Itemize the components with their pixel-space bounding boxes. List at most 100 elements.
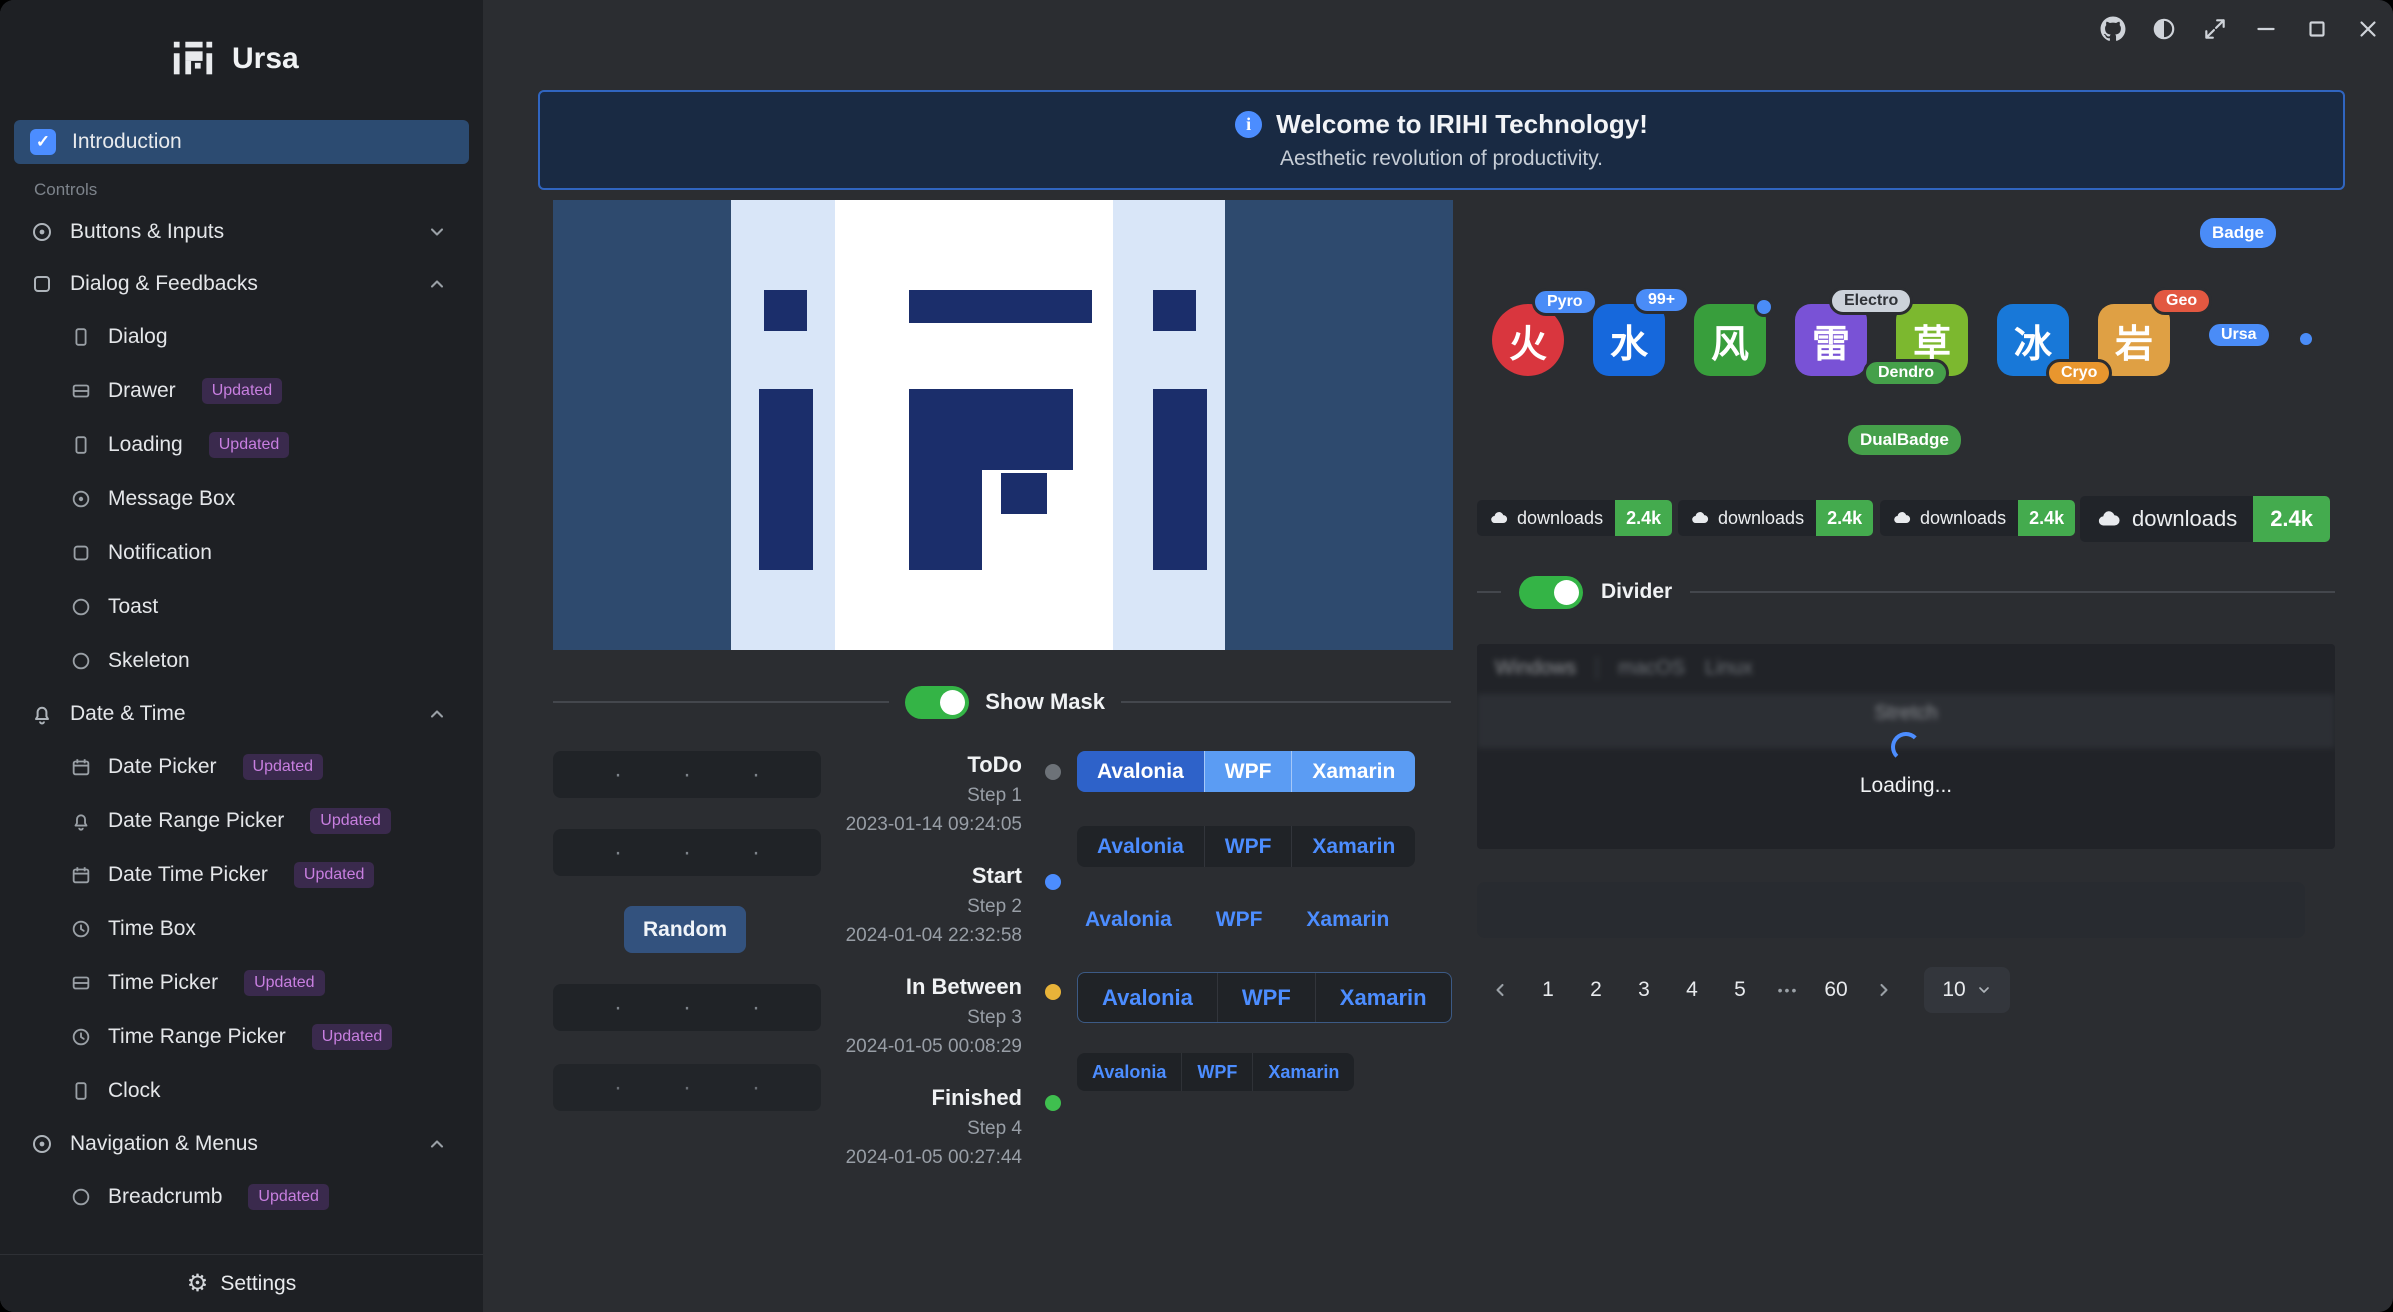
divider-toggle[interactable]	[1519, 576, 1583, 609]
sidebar-group-date-time[interactable]: Date & Time	[0, 690, 483, 738]
page-button-1[interactable]: 1	[1526, 967, 1570, 1013]
sidebar-item-date-time-picker[interactable]: Date Time Picker Updated	[0, 850, 483, 900]
notification-icon	[70, 542, 92, 564]
sidebar-item-breadcrumb[interactable]: Breadcrumb Updated	[0, 1172, 483, 1222]
banner-subtitle: Aesthetic revolution of productivity.	[1280, 147, 1603, 171]
chevron-up-icon	[427, 1134, 447, 1154]
xamarin-button[interactable]: Xamarin	[1291, 751, 1415, 792]
divider-label: Divider	[1601, 580, 1672, 604]
sidebar-item-introduction[interactable]: ✓ Introduction	[14, 120, 469, 164]
page-button-60[interactable]: 60	[1814, 967, 1858, 1013]
downloads-badge: downloads 2.4k	[1678, 500, 1873, 536]
electro-badge: Electro	[1829, 287, 1913, 315]
sidebar-item-date-range-picker[interactable]: Date Range Picker Updated	[0, 796, 483, 846]
github-button[interactable]	[2098, 14, 2128, 44]
xamarin-button[interactable]: Xamarin	[1252, 1053, 1354, 1091]
wpf-button[interactable]: WPF	[1208, 899, 1271, 940]
wpf-button[interactable]: WPF	[1204, 751, 1292, 792]
minimize-button[interactable]	[2251, 14, 2281, 44]
sidebar-item-loading[interactable]: Loading Updated	[0, 420, 483, 470]
sidebar-item-skeleton[interactable]: Skeleton	[0, 636, 483, 686]
close-button[interactable]	[2353, 14, 2383, 44]
updated-badge: Updated	[202, 378, 283, 404]
banner-title: Welcome to IRIHI Technology!	[1276, 109, 1648, 140]
button-group-compact: Avalonia WPF Xamarin	[1077, 1053, 1354, 1091]
count-badge: 99+	[1633, 286, 1690, 314]
titlebar	[2098, 14, 2383, 44]
introduction-icon: ✓	[30, 129, 56, 155]
sidebar-item-dialog[interactable]: Dialog	[0, 312, 483, 362]
downloads-count: 2.4k	[1816, 500, 1873, 536]
close-icon	[2355, 16, 2381, 42]
xamarin-button[interactable]: Xamarin	[1298, 899, 1397, 940]
chevron-right-icon	[1874, 980, 1894, 1000]
ursa-logo-icon	[170, 36, 216, 82]
maximize-button[interactable]	[2302, 14, 2332, 44]
sidebar-item-time-picker[interactable]: Time Picker Updated	[0, 958, 483, 1008]
sidebar-group-dialog-feedbacks[interactable]: Dialog & Feedbacks	[0, 260, 483, 308]
show-mask-toggle[interactable]	[905, 686, 969, 719]
time-picker-icon	[70, 972, 92, 994]
button-group-dark: Avalonia WPF Xamarin	[1077, 826, 1415, 867]
page-button-2[interactable]: 2	[1574, 967, 1618, 1013]
pagination-ellipsis[interactable]: •••	[1766, 982, 1810, 998]
sidebar-item-time-box[interactable]: Time Box	[0, 904, 483, 954]
chevron-left-icon	[1490, 980, 1510, 1000]
time-range-picker-icon	[70, 1026, 92, 1048]
wpf-button[interactable]: WPF	[1204, 826, 1292, 867]
sidebar-item-notification[interactable]: Notification	[0, 528, 483, 578]
divider-line	[1690, 591, 2335, 593]
chevron-down-icon	[1976, 982, 1992, 998]
date-time-icon	[30, 702, 54, 726]
divider-line	[553, 701, 889, 703]
sidebar-group-navigation-menus[interactable]: Navigation & Menus	[0, 1120, 483, 1168]
app-title: Ursa	[232, 42, 299, 76]
fullscreen-button[interactable]	[2200, 14, 2230, 44]
wpf-button[interactable]: WPF	[1181, 1053, 1252, 1091]
sidebar-group-buttons-inputs[interactable]: Buttons & Inputs	[0, 208, 483, 256]
theme-toggle-button[interactable]	[2149, 14, 2179, 44]
info-icon: i	[1235, 111, 1262, 138]
page-button-4[interactable]: 4	[1670, 967, 1714, 1013]
dendro-badge: Dendro	[1863, 359, 1949, 387]
sidebar-item-message-box[interactable]: Message Box	[0, 474, 483, 524]
sidebar-item-date-picker[interactable]: Date Picker Updated	[0, 742, 483, 792]
timeline-dot-todo	[1045, 764, 1061, 780]
avalonia-button[interactable]: Avalonia	[1077, 826, 1204, 867]
app-window: Ursa ✓ Introduction Controls Buttons & I…	[0, 0, 2393, 1312]
avalonia-button[interactable]: Avalonia	[1077, 751, 1204, 792]
page-size-value: 10	[1942, 978, 1965, 1002]
page-button-5[interactable]: 5	[1718, 967, 1762, 1013]
date-picker-icon	[70, 756, 92, 778]
toast-icon	[70, 596, 92, 618]
next-page-button[interactable]	[1862, 967, 1906, 1013]
avalonia-button[interactable]: Avalonia	[1077, 899, 1180, 940]
xamarin-button[interactable]: Xamarin	[1315, 973, 1451, 1022]
sidebar-section-controls: Controls	[34, 180, 483, 200]
page-button-3[interactable]: 3	[1622, 967, 1666, 1013]
timeline-step-finished: Finished Step 4 2024-01-05 00:27:44	[697, 1085, 1022, 1196]
ursa-badge: Ursa	[2206, 321, 2272, 349]
loading-overlay: Loading...	[1477, 644, 2335, 849]
sidebar-item-time-range-picker[interactable]: Time Range Picker Updated	[0, 1012, 483, 1062]
sidebar-item-toast[interactable]: Toast	[0, 582, 483, 632]
sidebar-item-clock[interactable]: Clock	[0, 1066, 483, 1116]
xamarin-button[interactable]: Xamarin	[1291, 826, 1415, 867]
dot-badge	[2297, 330, 2315, 348]
updated-badge: Updated	[310, 808, 391, 834]
settings-label: Settings	[220, 1272, 296, 1296]
cloud-icon	[2096, 506, 2122, 532]
avalonia-button[interactable]: Avalonia	[1077, 1053, 1181, 1091]
banner-title-row: i Welcome to IRIHI Technology!	[1235, 109, 1648, 140]
dialog-icon	[70, 326, 92, 348]
settings-button[interactable]: ⚙ Settings	[0, 1254, 483, 1312]
sidebar-item-drawer[interactable]: Drawer Updated	[0, 366, 483, 416]
expand-icon	[2202, 16, 2228, 42]
avalonia-button[interactable]: Avalonia	[1078, 973, 1217, 1022]
prev-page-button[interactable]	[1478, 967, 1522, 1013]
page-size-select[interactable]: 10	[1924, 967, 2010, 1013]
wpf-button[interactable]: WPF	[1217, 973, 1315, 1022]
pyro-badge: Pyro	[1532, 288, 1598, 316]
empty-textbox[interactable]	[1477, 882, 2305, 938]
theme-contrast-icon	[2151, 16, 2177, 42]
